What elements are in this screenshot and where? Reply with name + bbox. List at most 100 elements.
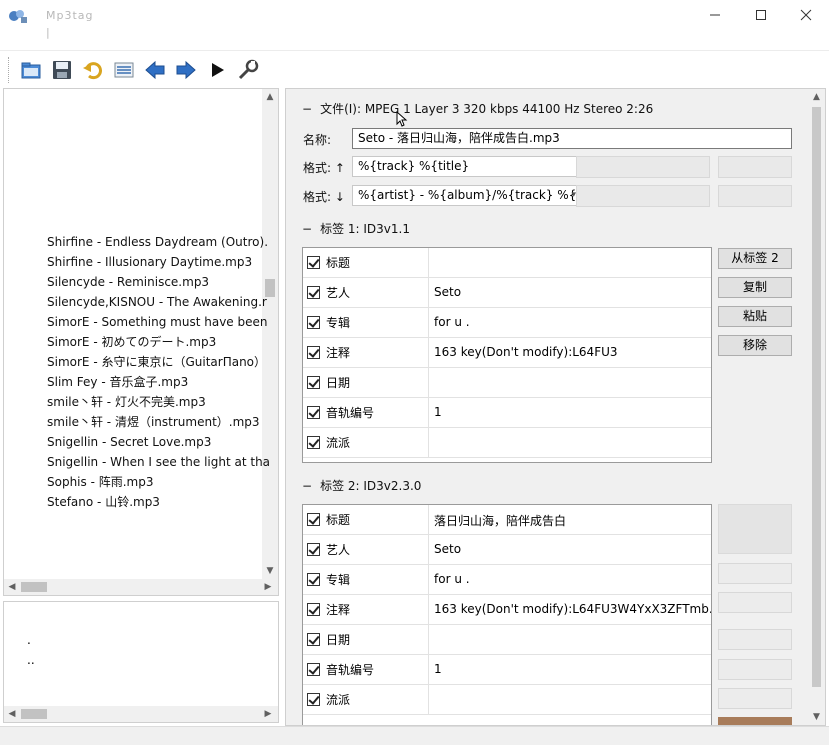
undo-button[interactable] [77,55,108,85]
scroll-right-icon[interactable]: ▶ [260,706,276,722]
tag-panel-vertical-scrollbar[interactable]: ▲ ▼ [808,89,825,725]
file-list-item[interactable]: SimorE - 初めてのデート.mp3 [47,332,216,352]
file-list-item[interactable]: SimorE - Something must have been [47,312,267,332]
format-down-input[interactable]: %{artist} - %{album}/%{track} %{title} ▾ [352,185,582,206]
name-input[interactable]: Seto - 落日归山海，陪伴成告白.mp3 [352,128,792,149]
scrollbar-thumb[interactable] [21,709,47,719]
file-list-item[interactable]: Stefano - 山铃.mp3 [47,492,160,512]
cover-art-thumbnail[interactable] [718,717,792,725]
paste-button[interactable]: 粘贴 [718,306,792,327]
scroll-up-icon[interactable]: ▲ [808,89,825,105]
file-list-item[interactable]: Silencyde - Reminisce.mp3 [47,272,209,292]
file-list-item[interactable]: Slim Fey - 音乐盒子.mp3 [47,372,188,392]
tag-field-row[interactable]: 音轨编号 1 [303,398,711,428]
scroll-down-icon[interactable]: ▼ [808,709,825,725]
collapse-icon[interactable]: − [302,479,312,493]
file-list-vertical-scrollbar[interactable]: ▲ ▼ [262,89,278,579]
tag-field-value[interactable]: Seto [434,285,461,299]
tag-field-row[interactable]: 专辑 for u . [303,308,711,338]
tag2-side-button[interactable] [718,563,792,584]
tag2-side-button[interactable] [718,659,792,680]
tag-field-row[interactable]: 流派 [303,685,711,715]
dir-list-horizontal-scrollbar[interactable]: ◀ ▶ [4,706,278,722]
field-checkbox[interactable] [307,693,320,706]
format-down-extra-button[interactable] [718,185,792,207]
tag-field-row[interactable]: 专辑 for u . [303,565,711,595]
format-up-extra-button[interactable] [718,156,792,178]
tag-field-row[interactable]: 注释 163 key(Don't modify):L64FU3 [303,338,711,368]
field-checkbox[interactable] [307,286,320,299]
scroll-right-icon[interactable]: ▶ [260,579,276,595]
scroll-left-icon[interactable]: ◀ [4,706,20,722]
copy-button[interactable]: 复制 [718,277,792,298]
tag-field-row[interactable]: 日期 [303,368,711,398]
tag-field-row[interactable]: 注释 163 key(Don't modify):L64FU3W4YxX3ZFTm… [303,595,711,625]
tag-field-row[interactable]: 艺人 Seto [303,535,711,565]
tag2-side-button[interactable] [718,629,792,650]
tag-field-value[interactable]: 1 [434,405,442,419]
file-list-item[interactable]: smile丶轩 - 灯火不完美.mp3 [47,392,206,412]
scroll-up-icon[interactable]: ▲ [262,89,278,105]
tag2-side-button[interactable] [718,688,792,709]
file-list[interactable]: ▲ ▼ ◀ ▶ Shirfine - Endless Daydream (Out… [3,88,279,596]
tag-field-row[interactable]: 音轨编号 1 [303,655,711,685]
tag-field-value[interactable]: 1 [434,662,442,676]
maximize-button[interactable] [738,0,784,30]
collapse-icon[interactable]: − [302,222,312,236]
field-checkbox[interactable] [307,406,320,419]
file-list-horizontal-scrollbar[interactable]: ◀ ▶ [4,579,278,595]
file-list-item[interactable]: smile丶轩 - 清煜（instrument）.mp3 [47,412,260,432]
open-folder-button[interactable] [15,55,46,85]
field-checkbox[interactable] [307,256,320,269]
tag-field-value[interactable]: for u . [434,572,470,586]
scroll-down-icon[interactable]: ▼ [262,563,278,579]
field-checkbox[interactable] [307,376,320,389]
format-up-apply-button[interactable] [576,156,710,178]
from-tag2-button[interactable]: 从标签 2 [718,248,792,269]
field-checkbox[interactable] [307,513,320,526]
field-checkbox[interactable] [307,436,320,449]
minimize-button[interactable] [692,0,738,30]
collapse-icon[interactable]: − [302,102,312,116]
dir-item[interactable]: .. [27,652,35,668]
field-checkbox[interactable] [307,316,320,329]
field-checkbox[interactable] [307,346,320,359]
tag2-side-button[interactable] [718,592,792,613]
tag-field-value[interactable]: for u . [434,315,470,329]
tag-field-value[interactable]: Seto [434,542,461,556]
file-list-item[interactable]: Shirfine - Endless Daydream (Outro). [47,232,268,252]
file-list-item[interactable]: Snigellin - When I see the light at tha [47,452,270,472]
file-list-item[interactable]: SimorE - 糸守に東京に（GuitarΠano） [47,352,266,372]
tag2-side-button[interactable] [718,504,792,554]
tag-field-row[interactable]: 艺人 Seto [303,278,711,308]
next-button[interactable] [170,55,201,85]
field-checkbox[interactable] [307,663,320,676]
tag-field-value[interactable]: 163 key(Don't modify):L64FU3 [434,345,618,359]
field-checkbox[interactable] [307,543,320,556]
tag-field-row[interactable]: 标题 [303,248,711,278]
tag-field-row[interactable]: 流派 [303,428,711,458]
scrollbar-thumb[interactable] [21,582,47,592]
format-down-apply-button[interactable] [576,185,710,207]
scrollbar-thumb[interactable] [812,107,821,687]
dir-item[interactable]: . [27,632,31,648]
save-button[interactable] [46,55,77,85]
file-list-item[interactable]: Sophis - 阵雨.mp3 [47,472,153,492]
tag-field-row[interactable]: 标题 落日归山海，陪伴成告白 [303,505,711,535]
tag-field-row[interactable]: 日期 [303,625,711,655]
tag-field-value[interactable]: 落日归山海，陪伴成告白 [434,512,566,529]
tag-field-value[interactable]: 163 key(Don't modify):L64FU3W4YxX3ZFTmb.… [434,602,711,616]
field-checkbox[interactable] [307,573,320,586]
remove-button[interactable]: 移除 [718,335,792,356]
field-checkbox[interactable] [307,603,320,616]
close-button[interactable] [783,0,829,30]
play-button[interactable] [201,55,232,85]
tag2-table[interactable]: 标题 落日归山海，陪伴成告白 艺人 Seto 专辑 for u . 注释 163 key(Do… [302,504,712,725]
tag1-table[interactable]: 标题 艺人 Seto 专辑 for u . 注释 163 key(Don't modify)… [302,247,712,463]
tag-sources-button[interactable] [108,55,139,85]
file-list-item[interactable]: Snigellin - Secret Love.mp3 [47,432,211,452]
file-list-item[interactable]: Silencyde,KISNOU - The Awakening.r [47,292,267,312]
options-button[interactable] [232,55,263,85]
field-checkbox[interactable] [307,633,320,646]
format-up-input[interactable]: %{track} %{title} [352,156,582,177]
